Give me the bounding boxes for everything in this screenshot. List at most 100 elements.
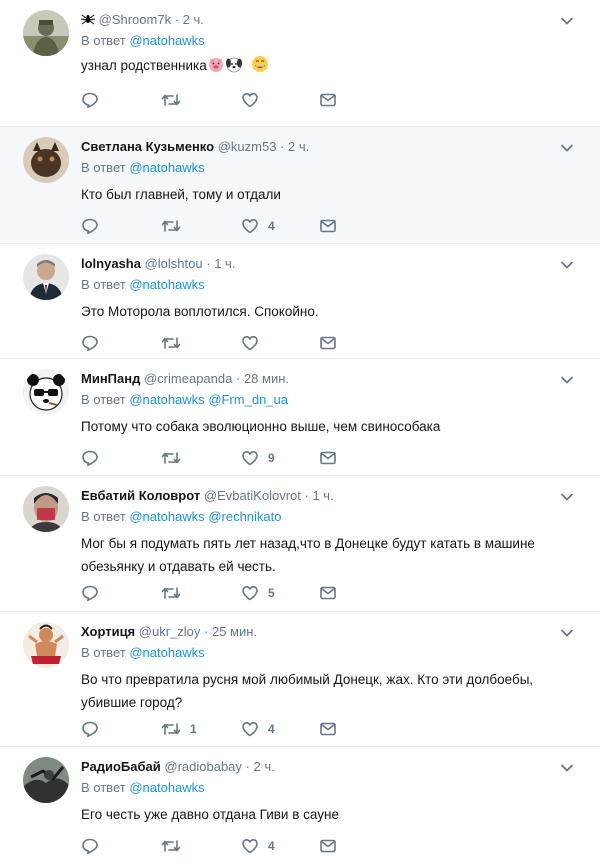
mention-link[interactable]: @natohawks xyxy=(129,645,204,660)
tweet-time[interactable]: 25 мин. xyxy=(212,624,257,639)
separator-dot: · xyxy=(245,759,250,774)
tweet-time[interactable]: 1 ч. xyxy=(312,488,333,503)
tweet[interactable]: Светлана Кузьменко @kuzm53 · 2 ч. В отве… xyxy=(0,127,600,244)
mention-link[interactable]: @rechnikato xyxy=(208,509,281,524)
reply-button[interactable] xyxy=(81,89,108,111)
tweet-time[interactable]: 2 ч. xyxy=(183,12,204,27)
tweet-text: Это Моторола воплотился. Спокойно. xyxy=(81,304,319,319)
retweet-button[interactable] xyxy=(161,215,190,237)
tweet-header: @Shroom7k · 2 ч. xyxy=(80,11,560,31)
display-name[interactable]: Светлана Кузьменко xyxy=(81,139,214,154)
spider-icon xyxy=(80,13,96,31)
like-count: 5 xyxy=(268,586,275,600)
retweet-icon xyxy=(161,91,181,109)
user-handle[interactable]: @radiobabay xyxy=(164,759,242,774)
like-count: 4 xyxy=(268,219,275,233)
like-button[interactable]: 4 xyxy=(241,718,275,740)
reply-button[interactable] xyxy=(81,718,108,740)
separator-dot: · xyxy=(235,371,241,386)
like-button[interactable] xyxy=(241,89,268,111)
message-button[interactable] xyxy=(319,215,337,237)
display-name[interactable]: Хортиця xyxy=(81,624,135,639)
tweet-text-content: узнал родственника xyxy=(81,58,207,73)
reply-prefix: В ответ xyxy=(81,277,126,292)
reply-button[interactable] xyxy=(81,447,108,469)
retweet-button[interactable] xyxy=(161,89,190,111)
message-button[interactable] xyxy=(319,447,337,469)
tweet-text: Его честь уже давно отдана Гиви в сауне xyxy=(81,807,339,822)
reply-icon xyxy=(81,584,99,602)
reply-button[interactable] xyxy=(81,835,108,857)
retweet-button[interactable]: 1 xyxy=(161,718,197,740)
like-button[interactable] xyxy=(241,332,268,354)
chevron-down-icon[interactable] xyxy=(560,140,574,152)
mention-link[interactable]: @natohawks xyxy=(129,392,204,407)
heart-icon xyxy=(241,584,259,602)
display-name[interactable]: Евбатий Коловрот xyxy=(81,488,200,503)
tweet-time[interactable]: 1 ч. xyxy=(214,256,235,271)
mention-link[interactable]: @natohawks xyxy=(129,780,204,795)
retweet-button[interactable] xyxy=(161,447,190,469)
separator-dot: · xyxy=(304,488,309,503)
tweet[interactable]: lolnyasha @lolshtou · 1 ч. В ответ @nato… xyxy=(0,244,600,359)
like-button[interactable]: 4 xyxy=(241,215,275,237)
mention-link[interactable]: @natohawks xyxy=(129,160,204,175)
avatar[interactable] xyxy=(23,486,69,532)
tweet[interactable]: Хортиця @ukr_zloy · 25 мин. В ответ @nat… xyxy=(0,612,600,747)
mention-link[interactable]: @natohawks xyxy=(129,277,204,292)
chevron-down-icon[interactable] xyxy=(560,13,574,25)
display-name[interactable]: МинПанд xyxy=(81,371,140,386)
like-button[interactable]: 4 xyxy=(241,835,275,857)
tweet[interactable]: @Shroom7k · 2 ч. В ответ @natohawks узна… xyxy=(0,0,600,127)
retweet-button[interactable] xyxy=(161,582,190,604)
avatar[interactable] xyxy=(23,254,69,300)
mention-link[interactable]: @natohawks xyxy=(129,509,204,524)
avatar[interactable] xyxy=(23,137,69,183)
tweet-time[interactable]: 2 ч. xyxy=(288,139,309,154)
tweet[interactable]: РадиоБабай @radiobabay · 2 ч. В ответ @n… xyxy=(0,747,600,868)
user-handle[interactable]: @Shroom7k xyxy=(99,12,171,27)
tweet[interactable]: Евбатий Коловрот @EvbatiKolovrot · 1 ч. … xyxy=(0,476,600,612)
user-handle[interactable]: @lolshtou xyxy=(145,256,203,271)
reply-button[interactable] xyxy=(81,215,108,237)
chevron-down-icon[interactable] xyxy=(560,760,574,772)
message-button[interactable] xyxy=(319,89,337,111)
chevron-down-icon[interactable] xyxy=(560,625,574,637)
reply-icon xyxy=(81,720,99,738)
avatar[interactable] xyxy=(23,10,69,56)
retweet-button[interactable] xyxy=(161,835,190,857)
avatar[interactable] xyxy=(23,757,69,803)
display-name[interactable]: РадиоБабай xyxy=(81,759,161,774)
tweet-header: Светлана Кузьменко @kuzm53 · 2 ч. xyxy=(81,138,560,156)
chevron-down-icon[interactable] xyxy=(560,372,574,384)
message-button[interactable] xyxy=(319,835,337,857)
tweet[interactable]: МинПанд @crimeapanda · 28 мин. В ответ @… xyxy=(0,359,600,476)
envelope-icon xyxy=(319,217,337,235)
reply-button[interactable] xyxy=(81,332,108,354)
retweet-icon xyxy=(161,217,181,235)
message-button[interactable] xyxy=(319,582,337,604)
reply-button[interactable] xyxy=(81,582,108,604)
tweet-text: Мог бы я подумать пять лет назад,что в Д… xyxy=(81,532,561,578)
tweet-time[interactable]: 28 мин. xyxy=(244,371,289,386)
user-handle[interactable]: @kuzm53 xyxy=(218,139,277,154)
like-button[interactable]: 9 xyxy=(241,447,275,469)
mention-link[interactable]: @natohawks xyxy=(129,33,204,48)
chevron-down-icon[interactable] xyxy=(560,489,574,501)
chevron-down-icon[interactable] xyxy=(560,257,574,269)
retweet-button[interactable] xyxy=(161,332,190,354)
tweet-time[interactable]: 2 ч. xyxy=(254,759,275,774)
mention-link[interactable]: @Frm_dn_ua xyxy=(208,392,288,407)
reply-context: В ответ @natohawks xyxy=(81,644,205,662)
avatar[interactable] xyxy=(23,622,69,668)
user-handle[interactable]: @crimeapanda xyxy=(144,371,232,386)
message-button[interactable] xyxy=(319,718,337,740)
envelope-icon xyxy=(319,449,337,467)
user-handle[interactable]: @ukr_zloy xyxy=(139,624,201,639)
avatar[interactable] xyxy=(23,369,69,415)
tweet-header: МинПанд @crimeapanda · 28 мин. xyxy=(81,370,560,388)
display-name[interactable]: lolnyasha xyxy=(81,256,141,271)
message-button[interactable] xyxy=(319,332,337,354)
like-button[interactable]: 5 xyxy=(241,582,275,604)
user-handle[interactable]: @EvbatiKolovrot xyxy=(204,488,301,503)
